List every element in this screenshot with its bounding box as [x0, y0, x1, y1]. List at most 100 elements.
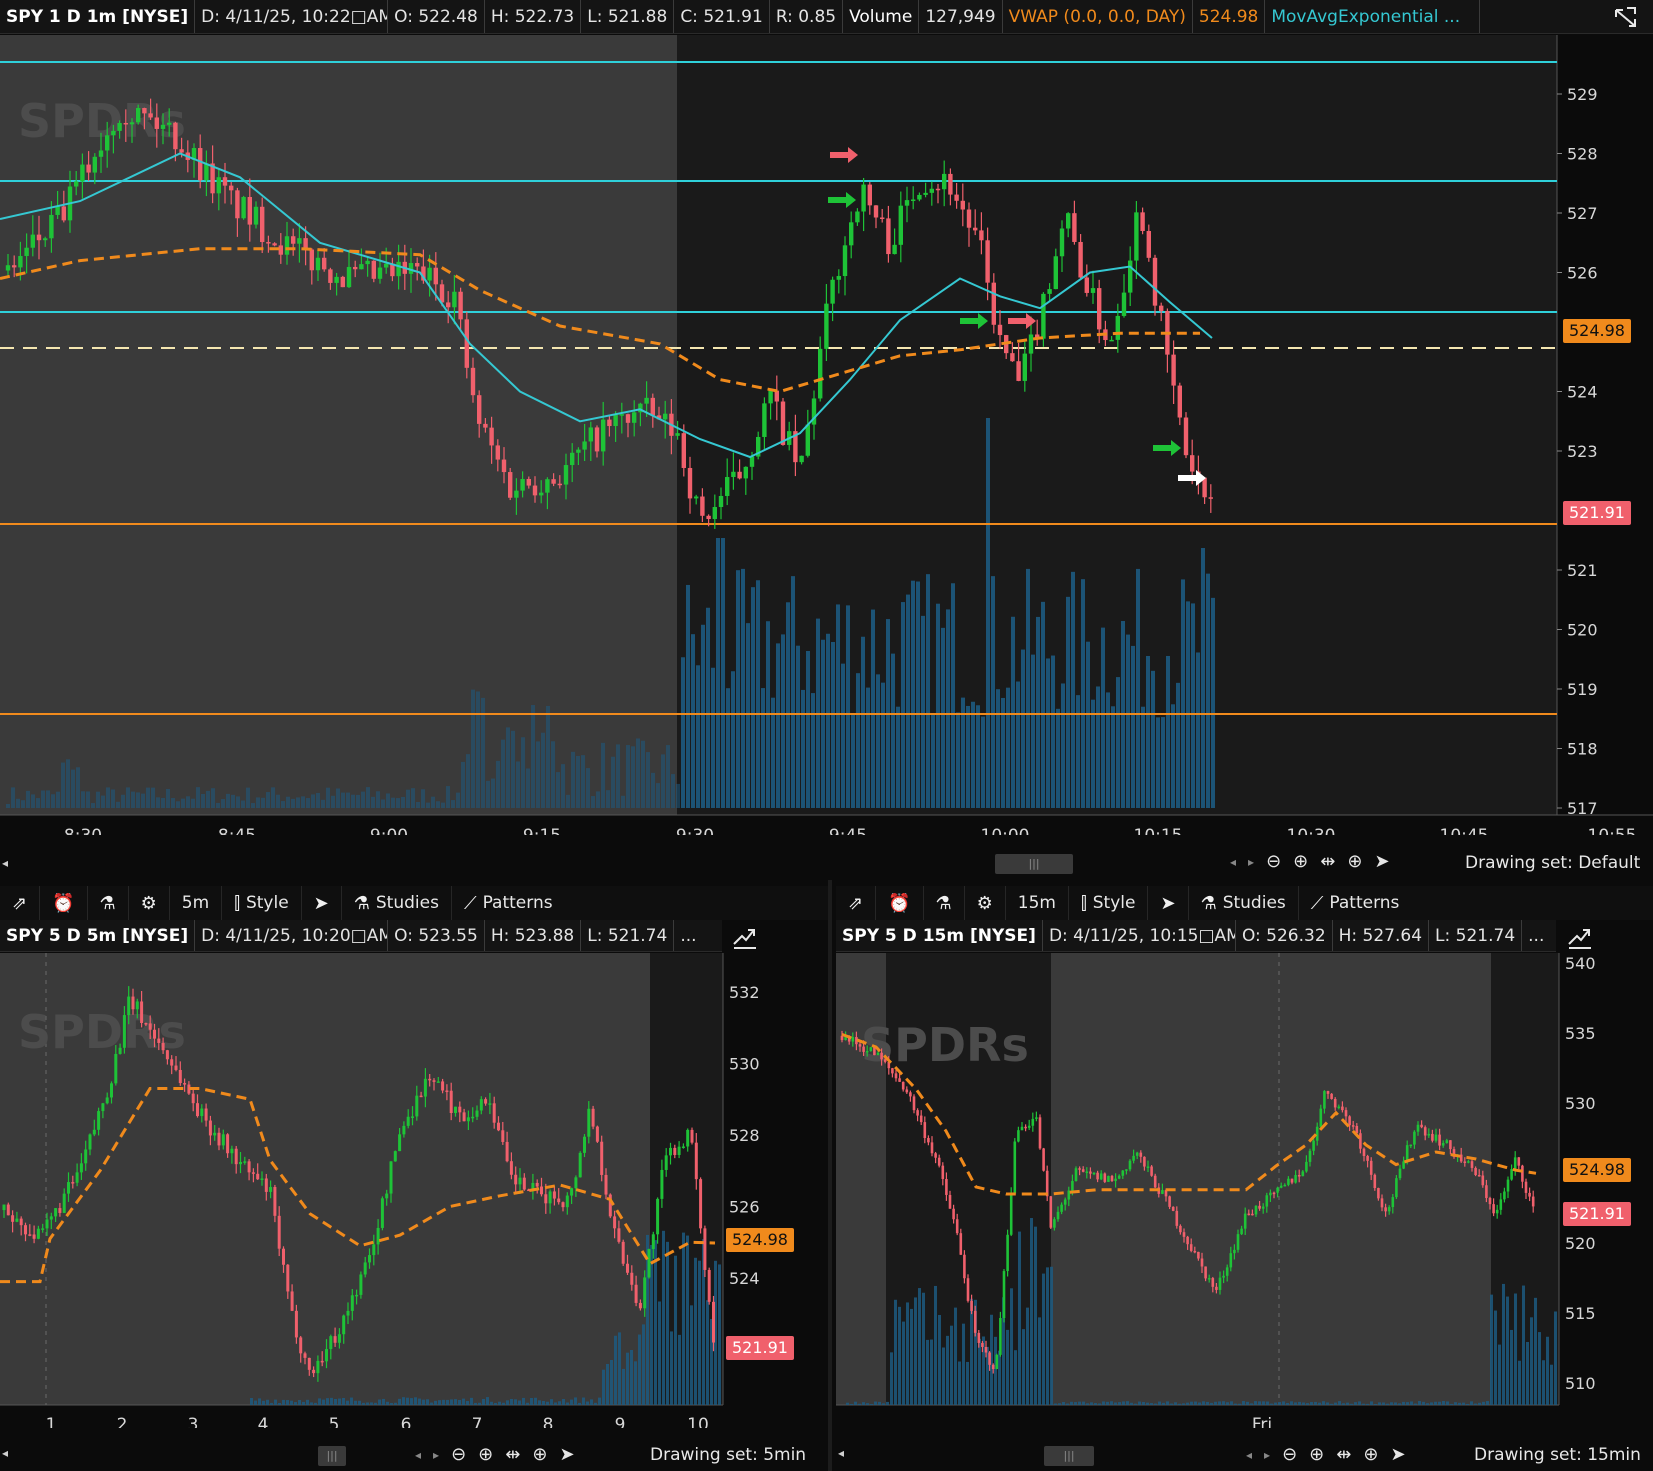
- volume-value: 127,949: [919, 0, 1003, 33]
- alerts-button[interactable]: ⏰: [40, 886, 88, 920]
- main-scroll-left-icon[interactable]: ◂: [2, 856, 8, 870]
- volume-bar: [531, 705, 535, 808]
- left-style-button[interactable]: ⫿ Style: [222, 886, 302, 920]
- volume-bar: [496, 760, 500, 808]
- main-candle-38: [241, 195, 246, 220]
- settings-button[interactable]: ⚙: [965, 886, 1006, 920]
- left-symbol-label[interactable]: SPY 5 D 5m [NYSE]: [0, 920, 196, 951]
- scroll-right-icon[interactable]: ▸: [1248, 855, 1254, 869]
- zoom-in-icon[interactable]: ⊕: [1309, 1444, 1324, 1465]
- cursor-icon[interactable]: ➤: [559, 1444, 574, 1465]
- left-studies-button[interactable]: ⚗ Studies: [342, 886, 452, 920]
- volume-bar: [491, 778, 495, 808]
- crosshair-icon[interactable]: ⊕: [1347, 851, 1362, 872]
- right-volume-bar: [1410, 1401, 1413, 1405]
- left-scrollbar-thumb[interactable]: |||: [318, 1446, 346, 1466]
- main-chart-plot[interactable]: SPDRs 529 528 527 526 524 523 521 520 519 518 517 8:…: [0, 35, 1653, 835]
- right-volume-bar: [1366, 1403, 1369, 1405]
- right-scroll-left-icon[interactable]: ◂: [838, 1446, 844, 1460]
- right-day-tick: Fri: [1252, 1415, 1272, 1428]
- main-symbol-label[interactable]: SPY 1 D 1m [NYSE]: [0, 0, 196, 33]
- pan-icon[interactable]: ⇹: [1320, 851, 1335, 872]
- right-chart-plot[interactable]: SPDRs 540 535 530 520 515 510 Fri: [836, 953, 1653, 1428]
- scroll-right-icon[interactable]: ▸: [433, 1448, 439, 1462]
- zoom-out-icon[interactable]: ⊖: [1266, 851, 1281, 872]
- volume-bar: [226, 793, 230, 808]
- panel-divider[interactable]: [828, 880, 832, 1471]
- left-chart-plot[interactable]: SPDRs 532 530 528 526 524 1 2 3 4 5 6 7 8 9 10: [0, 953, 828, 1428]
- zoom-in-icon[interactable]: ⊕: [1293, 851, 1308, 872]
- left-volume-bar: [658, 1301, 661, 1405]
- right-volume-bar: [1214, 1401, 1217, 1405]
- zoom-out-icon[interactable]: ⊖: [1282, 1444, 1297, 1465]
- volume-study-label[interactable]: Volume: [843, 0, 920, 33]
- crosshair-icon[interactable]: ⊕: [1363, 1444, 1378, 1465]
- left-drawing-tool-button[interactable]: ➤: [302, 886, 342, 920]
- candle-style-icon: ⫿: [234, 892, 240, 914]
- ema-study-label[interactable]: MovAvgExponential ...: [1265, 0, 1481, 33]
- scroll-left-icon[interactable]: ◂: [1246, 1448, 1252, 1462]
- left-expand-icon[interactable]: [728, 920, 762, 952]
- right-symbol-label[interactable]: SPY 5 D 15m [NYSE]: [836, 920, 1043, 951]
- left-volume-bar: [350, 1397, 353, 1405]
- right-studies-button[interactable]: ⚗ Studies: [1189, 886, 1299, 920]
- left-volume-bar: [522, 1397, 525, 1405]
- left-drawing-set[interactable]: Drawing set: 5min: [650, 1445, 806, 1465]
- left-last-price-badge: 521.91: [726, 1336, 794, 1360]
- expand-chart-icon[interactable]: [1607, 0, 1653, 33]
- share-button[interactable]: ⇗: [836, 886, 877, 920]
- alerts-button[interactable]: ⏰: [876, 886, 924, 920]
- right-aggregation-button[interactable]: 15m: [1006, 886, 1069, 920]
- left-volume-bar: [250, 1398, 253, 1405]
- share-button[interactable]: ⇗: [0, 886, 41, 920]
- right-scrollbar-thumb[interactable]: |||: [1044, 1446, 1094, 1466]
- volume-bar: [1091, 699, 1095, 808]
- right-price-tick: 535: [1565, 1024, 1596, 1043]
- right-expand-icon[interactable]: [1563, 920, 1597, 952]
- right-candle-44: [999, 1311, 1002, 1357]
- volume-bar: [1156, 717, 1160, 808]
- pan-icon[interactable]: ⇹: [505, 1444, 520, 1465]
- left-more-label: ...: [680, 925, 697, 946]
- scroll-left-icon[interactable]: ◂: [1230, 855, 1236, 869]
- main-scrollbar-thumb[interactable]: |||: [995, 854, 1073, 874]
- volume-bar: [1046, 658, 1050, 808]
- left-patterns-button[interactable]: ⟋ Patterns: [452, 886, 565, 920]
- left-volume-bar: [402, 1397, 405, 1405]
- right-drawing-tool-button[interactable]: ➤: [1148, 886, 1189, 920]
- right-drawing-set[interactable]: Drawing set: 15min: [1474, 1445, 1641, 1465]
- flask-button[interactable]: ⚗: [88, 886, 129, 920]
- right-volume-bar: [862, 1402, 865, 1405]
- zoom-in-icon[interactable]: ⊕: [478, 1444, 493, 1465]
- crosshair-icon[interactable]: ⊕: [532, 1444, 547, 1465]
- main-drawing-set[interactable]: Drawing set: Default: [1465, 853, 1640, 873]
- left-volume-bar: [430, 1402, 433, 1405]
- left-volume-bar: [338, 1398, 341, 1405]
- right-volume-bar: [1270, 1403, 1273, 1405]
- pan-icon[interactable]: ⇹: [1336, 1444, 1351, 1465]
- scroll-left-icon[interactable]: ◂: [415, 1448, 421, 1462]
- volume-bar: [101, 795, 105, 808]
- right-volume-bar: [1298, 1401, 1301, 1405]
- vwap-study-label[interactable]: VWAP (0.0, 0.0, DAY): [1003, 0, 1193, 33]
- left-scroll-left-icon[interactable]: ◂: [2, 1446, 8, 1460]
- right-volume-bar: [1522, 1285, 1525, 1405]
- right-style-button[interactable]: ⫿ Style: [1069, 886, 1149, 920]
- cursor-icon[interactable]: ➤: [1374, 851, 1389, 872]
- scroll-right-icon[interactable]: ▸: [1264, 1448, 1270, 1462]
- cursor-icon: ➤: [1160, 892, 1176, 914]
- settings-button[interactable]: ⚙: [129, 886, 170, 920]
- volume-bar: [916, 581, 920, 808]
- zoom-out-icon[interactable]: ⊖: [451, 1444, 466, 1465]
- right-volume-bar: [894, 1299, 897, 1405]
- right-volume-bar: [1526, 1341, 1529, 1405]
- volume-bar: [221, 799, 225, 808]
- cursor-icon[interactable]: ➤: [1390, 1444, 1405, 1465]
- right-volume-bar: [1478, 1402, 1481, 1405]
- right-patterns-button[interactable]: ⟋ Patterns: [1299, 886, 1412, 920]
- left-day-tick: 9: [615, 1415, 626, 1428]
- flask-button[interactable]: ⚗: [924, 886, 965, 920]
- volume-bar: [861, 636, 865, 808]
- right-volume-bar: [1006, 1329, 1009, 1405]
- left-aggregation-button[interactable]: 5m: [170, 886, 223, 920]
